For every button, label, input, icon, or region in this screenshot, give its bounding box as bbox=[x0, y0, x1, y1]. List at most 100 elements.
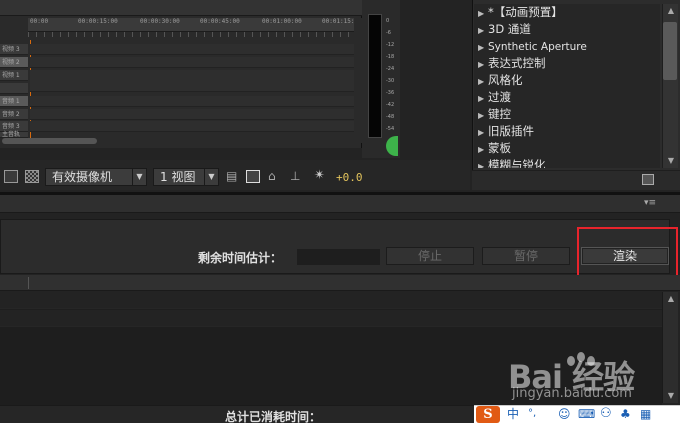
camera-dropdown[interactable]: 有效摄像机 ▼ bbox=[45, 168, 147, 186]
paw-icon bbox=[587, 356, 595, 366]
ruler-label: 00:00:45:00 bbox=[200, 18, 240, 25]
exposure-offset[interactable]: +0.0 bbox=[336, 171, 363, 184]
db-label: 0 bbox=[386, 18, 390, 24]
keyboard-icon[interactable]: ⌨ bbox=[578, 406, 595, 422]
track-header-video-2[interactable]: 视频 2 bbox=[0, 57, 28, 68]
effect-item-synthetic[interactable]: ▶ Synthetic Aperture bbox=[474, 38, 587, 55]
ruler-label: 00:00 bbox=[30, 18, 49, 25]
stop-button[interactable]: 停止 bbox=[386, 247, 474, 265]
baidu-watermark-url: jingyan.baidu.com bbox=[512, 386, 632, 401]
mic-icon[interactable]: ☺ bbox=[558, 406, 571, 422]
db-label: -12 bbox=[386, 42, 395, 48]
ruler-label: 00:00:15:00 bbox=[78, 18, 118, 25]
effect-item-transition[interactable]: ▶ 过渡 bbox=[474, 89, 511, 106]
effect-item-3d[interactable]: ▶ 3D 通道 bbox=[474, 21, 531, 38]
effect-item-expression[interactable]: ▶ 表达式控制 bbox=[474, 55, 546, 72]
db-label: -6 bbox=[386, 30, 391, 36]
track-lane[interactable] bbox=[30, 121, 354, 132]
fast-preview-icon[interactable] bbox=[246, 170, 260, 183]
effect-label: 过渡 bbox=[488, 90, 511, 104]
db-label: -30 bbox=[386, 78, 395, 84]
paw-icon bbox=[577, 352, 585, 362]
track-lane[interactable] bbox=[30, 44, 354, 55]
effect-label: 3D 通道 bbox=[488, 22, 531, 36]
expand-icon: ▶ bbox=[478, 77, 485, 86]
scroll-down-icon[interactable]: ▼ bbox=[663, 154, 679, 168]
expand-icon: ▶ bbox=[478, 43, 485, 52]
track-lane[interactable] bbox=[30, 70, 354, 92]
track-header-audio-1[interactable]: 音频 1 bbox=[0, 96, 28, 107]
camera-dropdown-value: 有效摄像机 bbox=[52, 170, 113, 184]
effect-label: 蒙板 bbox=[488, 141, 511, 155]
expand-icon: ▶ bbox=[478, 94, 485, 103]
track-header-video-3[interactable]: 视频 3 bbox=[0, 44, 28, 55]
remaining-time-label: 剩余时间估计： bbox=[198, 251, 283, 265]
effect-item-matte[interactable]: ▶ 蒙板 bbox=[474, 140, 511, 157]
track-header-video-1[interactable]: 视频 1 bbox=[0, 70, 28, 81]
track-lane[interactable] bbox=[30, 96, 354, 107]
track-header[interactable] bbox=[0, 83, 28, 94]
flowchart-icon[interactable]: ⊥ bbox=[290, 170, 304, 183]
shirt-icon[interactable]: ♣ bbox=[620, 406, 631, 422]
db-label: -36 bbox=[386, 90, 395, 96]
db-label: -24 bbox=[386, 66, 395, 72]
ime-mode-toggle[interactable]: 中 bbox=[507, 406, 519, 422]
ruler-label: 00:00:30:00 bbox=[140, 18, 180, 25]
expand-icon: ▶ bbox=[478, 111, 485, 120]
panel-menu-icon[interactable]: ▾≡ bbox=[644, 198, 656, 208]
new-bin-icon[interactable] bbox=[642, 174, 654, 185]
exposure-icon[interactable]: ✴ bbox=[314, 169, 328, 183]
expand-icon: ▶ bbox=[478, 60, 485, 69]
pause-button[interactable]: 暂停 bbox=[482, 247, 570, 265]
region-icon[interactable] bbox=[4, 170, 18, 183]
transparency-grid-icon[interactable] bbox=[25, 170, 39, 183]
expand-icon: ▶ bbox=[478, 162, 485, 168]
user-icon[interactable]: ⚇ bbox=[600, 406, 612, 422]
view-layout-value: 1 视图 bbox=[160, 170, 196, 184]
effect-item-presets[interactable]: ▶ *【动画预置】 bbox=[474, 4, 563, 21]
db-label: -18 bbox=[386, 54, 395, 60]
expand-icon: ▶ bbox=[478, 9, 485, 18]
audio-meter-bar bbox=[368, 14, 382, 138]
render-queue-scrollbar[interactable]: ▲ ▼ bbox=[662, 292, 678, 403]
grid-icon[interactable]: ▦ bbox=[640, 406, 651, 422]
ime-punctuation-toggle[interactable]: °, bbox=[528, 406, 536, 422]
ruler-label: 00:01:00:00 bbox=[262, 18, 302, 25]
effect-label: 键控 bbox=[488, 107, 511, 121]
track-header-audio-2[interactable]: 音频 2 bbox=[0, 109, 28, 120]
paw-icon bbox=[567, 356, 575, 366]
elapsed-time-label: 总计已消耗时间： bbox=[225, 410, 322, 423]
effect-item-obsolete[interactable]: ▶ 旧版插件 bbox=[474, 123, 534, 140]
db-label: -48 bbox=[386, 114, 395, 120]
annotation-highlight-box bbox=[577, 227, 678, 279]
db-label: -42 bbox=[386, 102, 395, 108]
db-label: -54 bbox=[386, 126, 395, 132]
effects-list: ▶ *【动画预置】 ▶ 3D 通道 ▶ Synthetic Aperture ▶ 表达式… bbox=[474, 4, 660, 168]
list-item[interactable] bbox=[0, 310, 662, 327]
render-queue-header bbox=[0, 195, 680, 213]
column-separator[interactable] bbox=[28, 277, 29, 289]
track-lane[interactable] bbox=[30, 57, 354, 68]
track-lane[interactable] bbox=[30, 109, 354, 120]
list-item[interactable] bbox=[0, 292, 662, 309]
sogou-logo-icon[interactable]: S bbox=[476, 406, 500, 423]
render-queue-column-header bbox=[0, 275, 680, 291]
render-progress bbox=[297, 249, 380, 265]
scroll-up-icon[interactable]: ▲ bbox=[663, 292, 679, 306]
effect-label: 风格化 bbox=[488, 73, 523, 87]
timeline-vertical-scrollbar[interactable] bbox=[354, 18, 362, 143]
calendar-icon[interactable]: ▤ bbox=[226, 170, 240, 183]
chevron-down-icon: ▼ bbox=[132, 169, 146, 185]
scroll-up-icon[interactable]: ▲ bbox=[663, 4, 679, 18]
scroll-down-icon[interactable]: ▼ bbox=[663, 389, 679, 403]
expand-icon: ▶ bbox=[478, 145, 485, 154]
effects-scroll-thumb[interactable] bbox=[663, 22, 677, 80]
ruler-ticks bbox=[28, 32, 354, 37]
view-layout-dropdown[interactable]: 1 视图 ▼ bbox=[153, 168, 219, 186]
camera-icon[interactable]: ⌂ bbox=[268, 170, 282, 183]
effect-item-keying[interactable]: ▶ 键控 bbox=[474, 106, 511, 123]
effect-item-blur[interactable]: ▶ 模糊与锐化 bbox=[474, 157, 546, 168]
timeline-ruler[interactable]: 00:00 00:00:15:00 00:00:30:00 00:00:45:0… bbox=[28, 18, 362, 32]
timeline-horizontal-scrollbar[interactable] bbox=[2, 138, 97, 144]
effect-item-stylize[interactable]: ▶ 风格化 bbox=[474, 72, 523, 89]
